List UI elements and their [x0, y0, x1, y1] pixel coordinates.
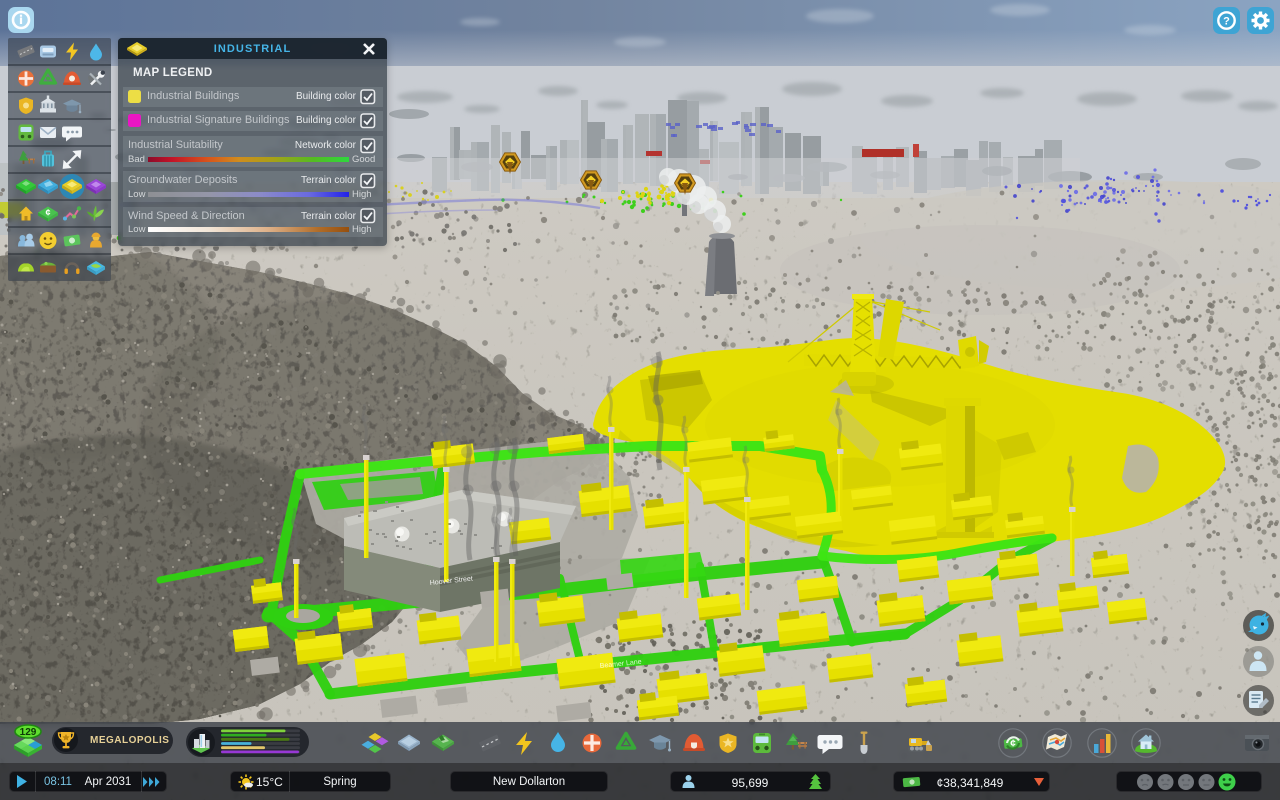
svg-text:¢: ¢	[45, 208, 50, 218]
svg-text:¢: ¢	[1010, 739, 1016, 750]
svg-text:?: ?	[1223, 16, 1230, 28]
svg-text:129: 129	[20, 727, 37, 738]
